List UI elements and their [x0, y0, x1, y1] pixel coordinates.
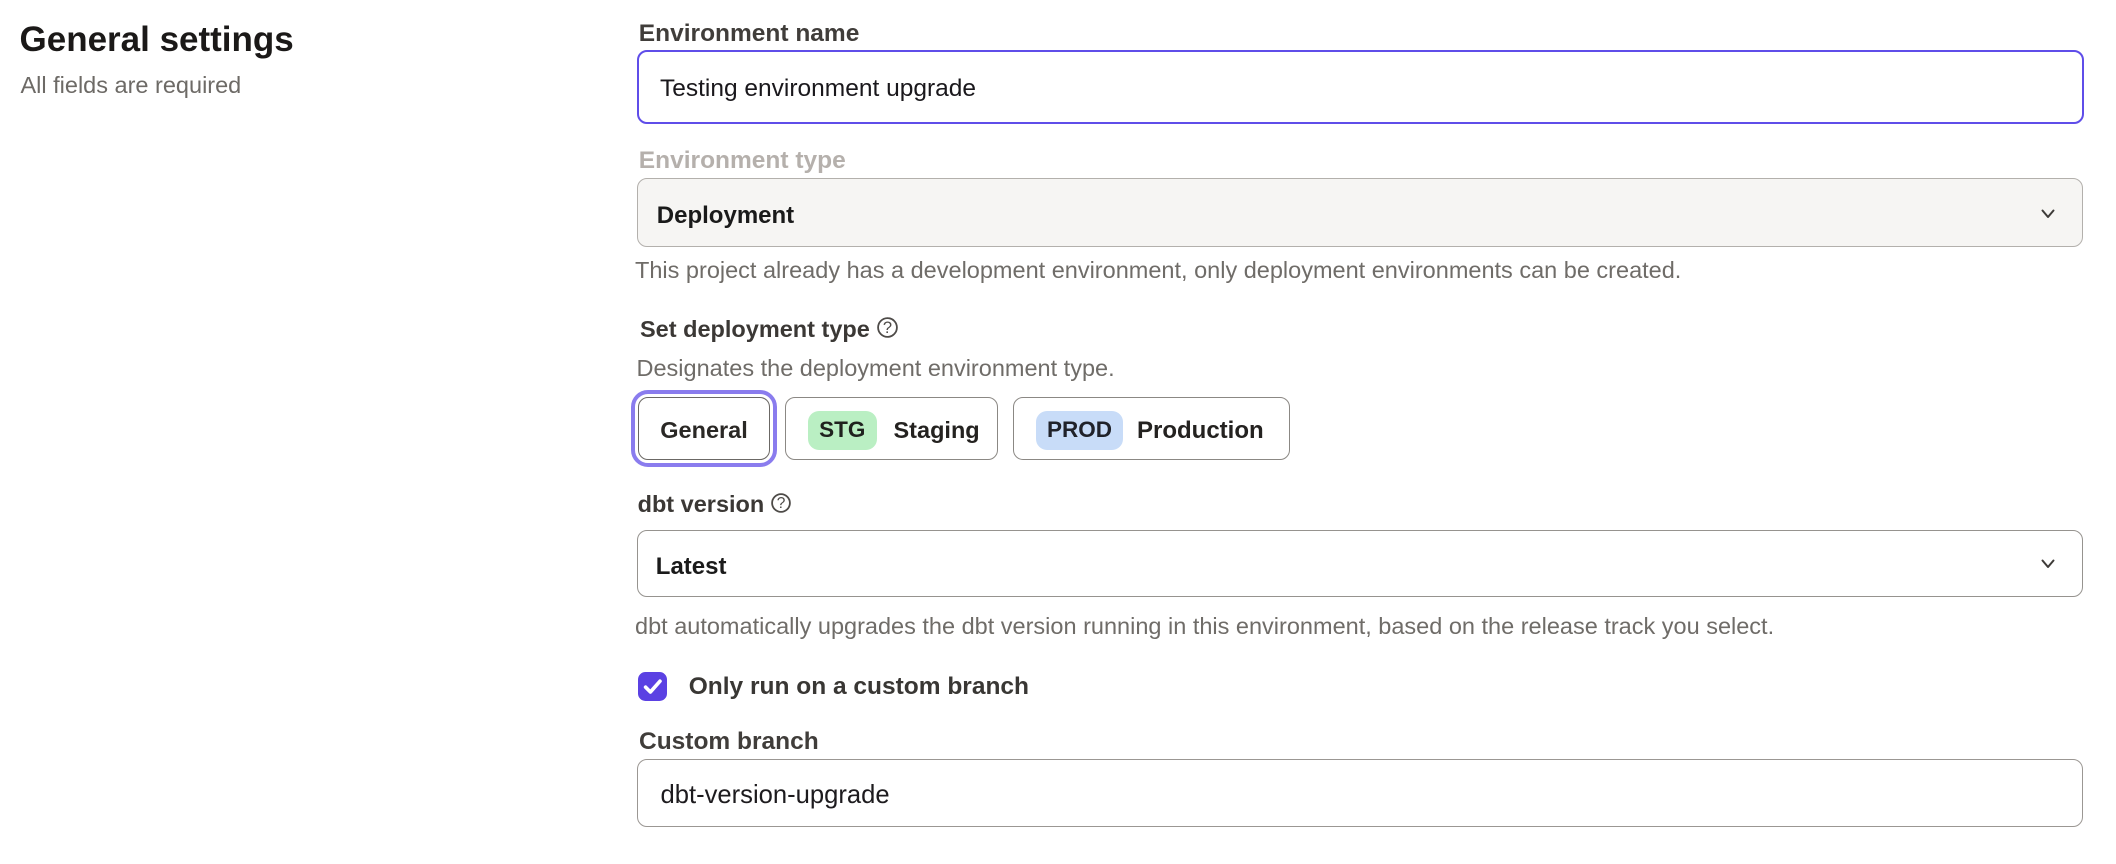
- svg-text:?: ?: [776, 495, 785, 512]
- svg-text:?: ?: [882, 319, 891, 337]
